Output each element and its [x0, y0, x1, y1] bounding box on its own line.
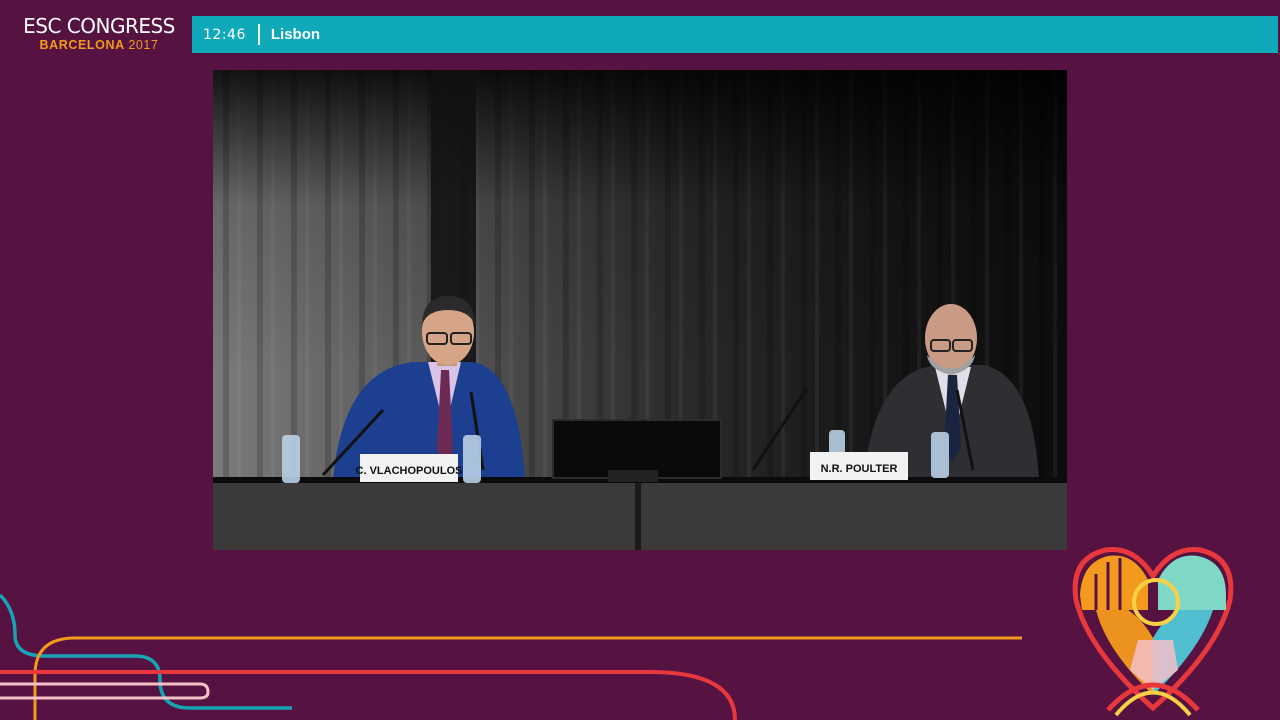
- name-card-right-text: N.R. POULTER: [821, 463, 898, 475]
- location-label: Lisbon: [270, 26, 321, 43]
- logo-city: BARCELONA: [39, 38, 125, 52]
- divider: [257, 24, 260, 45]
- logo-subtitle: BARCELONA 2017: [14, 38, 184, 52]
- time-display: 12:46: [203, 26, 246, 43]
- esc-congress-logo: ESC CONGRESS BARCELONA 2017: [14, 14, 184, 52]
- session-info-bar: 12:46 Lisbon: [192, 16, 1278, 53]
- monitor: [552, 419, 722, 482]
- video-frame: C. VLACHOPOULOS N.R. POULTER: [213, 70, 1067, 550]
- heart-logo: [1072, 547, 1234, 717]
- name-card-left: C. VLACHOPOULOS: [356, 454, 463, 482]
- name-card-left-text: C. VLACHOPOULOS: [356, 465, 463, 477]
- decorative-lines: [0, 593, 1022, 720]
- logo-title: ESC CONGRESS: [23, 14, 175, 38]
- logo-year: 2017: [128, 38, 159, 52]
- name-card-right: N.R. POULTER: [810, 452, 908, 480]
- video-player[interactable]: C. VLACHOPOULOS N.R. POULTER: [213, 70, 1067, 550]
